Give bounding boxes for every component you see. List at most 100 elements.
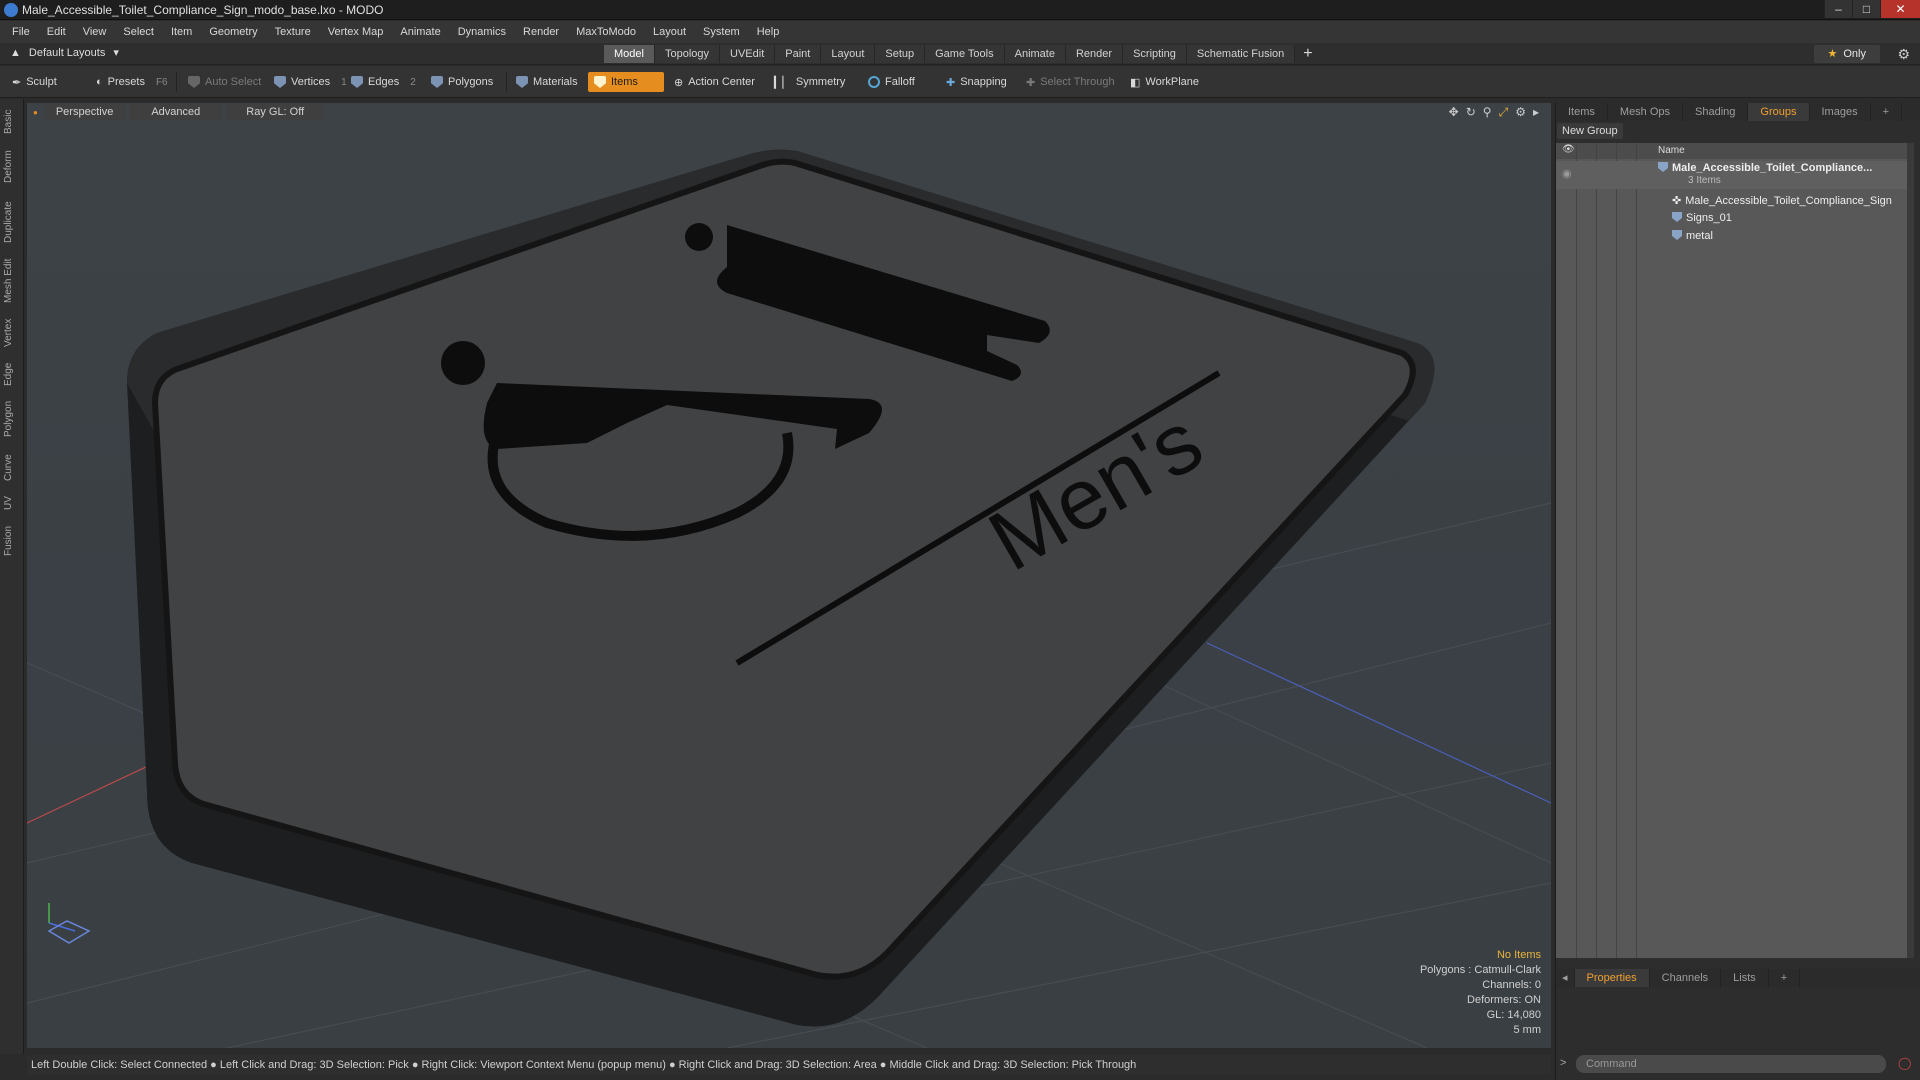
menu-select[interactable]: Select [123, 26, 154, 38]
viewport-arrow-icon[interactable]: ▸ [1533, 105, 1539, 120]
materials-button[interactable]: Materials [510, 72, 584, 92]
maximize-button[interactable]: □ [1852, 0, 1880, 18]
pan-icon[interactable]: ✥ [1449, 105, 1459, 120]
edges-shortcut: 2 [410, 76, 416, 88]
tab-channels[interactable]: Channels [1650, 969, 1722, 987]
vertices-button[interactable]: Vertices 1 [268, 72, 353, 92]
vtab-vertex[interactable]: Vertex [3, 315, 21, 351]
menu-texture[interactable]: Texture [275, 26, 311, 38]
vtab-curve[interactable]: Curve [3, 451, 21, 485]
sculpt-button[interactable]: ✒ Sculpt [6, 72, 63, 92]
vtab-duplicate[interactable]: Duplicate [3, 197, 21, 247]
vtab-polygon[interactable]: Polygon [3, 397, 21, 441]
tab-topology[interactable]: Topology [654, 45, 721, 63]
vtab-edge[interactable]: Edge [3, 359, 21, 389]
action-center-button[interactable]: ⊕ Action Center [668, 72, 761, 92]
tab-paint[interactable]: Paint [775, 45, 822, 63]
menu-render[interactable]: Render [523, 26, 559, 38]
presets-button[interactable]: ◐ Presets F6 [90, 72, 174, 92]
menu-item[interactable]: Item [171, 26, 192, 38]
menu-edit[interactable]: Edit [47, 26, 66, 38]
list-item[interactable]: metal [1556, 229, 1908, 245]
record-icon[interactable]: ◯ [1898, 1056, 1911, 1070]
vtab-mesh-edit[interactable]: Mesh Edit [3, 255, 21, 307]
workplane-button[interactable]: ◧ WorkPlane [1124, 72, 1205, 92]
fit-icon[interactable]: ⤢ [1499, 105, 1509, 120]
menu-geometry[interactable]: Geometry [209, 26, 257, 38]
minimize-button[interactable]: – [1824, 0, 1852, 18]
only-button[interactable]: ★ Only [1813, 45, 1880, 63]
tab-render[interactable]: Render [1065, 45, 1124, 63]
add-tab-icon[interactable]: + [1295, 45, 1320, 63]
menu-animate[interactable]: Animate [400, 26, 440, 38]
tab-game-tools[interactable]: Game Tools [925, 45, 1005, 63]
gear-icon[interactable]: ⚙ [1897, 46, 1910, 63]
tab-lists[interactable]: Lists [1721, 969, 1769, 987]
menu-view[interactable]: View [83, 26, 107, 38]
polygons-button[interactable]: Polygons [425, 72, 499, 92]
raygl-button[interactable]: Ray GL: Off [226, 104, 325, 120]
viewport-gear-icon[interactable]: ⚙ [1515, 105, 1526, 120]
auto-select-button[interactable]: Auto Select [182, 72, 267, 92]
eye-icon[interactable]: ◉ [1562, 167, 1572, 180]
tab-items[interactable]: Items [1556, 103, 1608, 121]
window-title: Male_Accessible_Toilet_Compliance_Sign_m… [22, 2, 384, 17]
menu-dynamics[interactable]: Dynamics [458, 26, 506, 38]
edges-icon [351, 76, 363, 88]
menu-maxtomodo[interactable]: MaxToModo [576, 26, 636, 38]
tab-images[interactable]: Images [1810, 103, 1871, 121]
menu-system[interactable]: System [703, 26, 740, 38]
3d-viewport[interactable]: Men's ● Perspective Advanced Ray GL: Off… [27, 103, 1551, 1048]
falloff-button[interactable]: Falloff [862, 72, 921, 92]
tab-groups[interactable]: Groups [1748, 103, 1810, 121]
menu-file[interactable]: File [12, 26, 30, 38]
vtab-uv[interactable]: UV [3, 493, 21, 513]
title-bar: Male_Accessible_Toilet_Compliance_Sign_m… [0, 0, 1920, 20]
separator [176, 72, 177, 92]
layouts-dropdown[interactable]: ▲ Default Layouts ▾ [10, 46, 119, 60]
group-row[interactable]: ◉ Male_Accessible_Toilet_Compliance... 3… [1556, 161, 1908, 189]
close-button[interactable]: ✕ [1880, 0, 1920, 18]
rotate-icon[interactable]: ↻ [1466, 105, 1476, 120]
items-button[interactable]: Items [588, 72, 664, 92]
collapse-icon[interactable]: ◂ [1556, 969, 1575, 987]
vtab-deform[interactable]: Deform [3, 147, 21, 187]
left-tool-tabs: Basic Deform Duplicate Mesh Edit Vertex … [0, 99, 24, 1054]
edges-button[interactable]: Edges 2 [345, 72, 422, 92]
tab-setup[interactable]: Setup [875, 45, 926, 63]
new-group-button[interactable]: New Group [1557, 123, 1623, 139]
tab-mesh-ops[interactable]: Mesh Ops [1608, 103, 1684, 121]
symmetry-button[interactable]: ▎▏ Symmetry [768, 72, 851, 92]
layouts-dropdown-label: Default Layouts [28, 46, 106, 59]
vtab-fusion[interactable]: Fusion [3, 521, 21, 561]
menu-help[interactable]: Help [757, 26, 780, 38]
zoom-icon[interactable]: ⚲ [1483, 105, 1492, 120]
name-column-header[interactable]: Name [1658, 145, 1685, 156]
tab-uvedit[interactable]: UVEdit [720, 45, 776, 63]
add-panel-tab-icon[interactable]: + [1871, 103, 1903, 121]
select-through-button[interactable]: ✚ Select Through [1020, 72, 1121, 92]
info-no-items: No Items [1496, 949, 1541, 961]
action-center-label: Action Center [688, 76, 755, 88]
auto-select-icon [188, 76, 200, 88]
vtab-basic[interactable]: Basic [3, 107, 21, 137]
list-item[interactable]: Signs_01 [1556, 211, 1908, 227]
add-property-tab-icon[interactable]: + [1769, 969, 1801, 987]
advanced-button[interactable]: Advanced [129, 104, 223, 120]
tab-properties[interactable]: Properties [1574, 969, 1650, 987]
menu-layout[interactable]: Layout [653, 26, 686, 38]
snapping-button[interactable]: ✚ Snapping [940, 72, 1013, 92]
tab-model[interactable]: Model [604, 45, 655, 63]
tab-scripting[interactable]: Scripting [1123, 45, 1187, 63]
command-input[interactable]: Command [1576, 1055, 1886, 1073]
child-name: Male_Accessible_Toilet_Compliance_Sign [1685, 195, 1892, 207]
list-item[interactable]: ✜ Male_Accessible_Toilet_Compliance_Sign [1556, 193, 1908, 209]
perspective-button[interactable]: Perspective [43, 104, 126, 120]
tab-schematic-fusion[interactable]: Schematic Fusion [1186, 45, 1296, 63]
tree-scrollbar[interactable] [1907, 143, 1914, 958]
tab-layout[interactable]: Layout [821, 45, 876, 63]
presets-label: Presets [107, 76, 145, 88]
menu-vertex-map[interactable]: Vertex Map [328, 26, 384, 38]
tab-shading[interactable]: Shading [1683, 103, 1749, 121]
tab-animate[interactable]: Animate [1004, 45, 1066, 63]
